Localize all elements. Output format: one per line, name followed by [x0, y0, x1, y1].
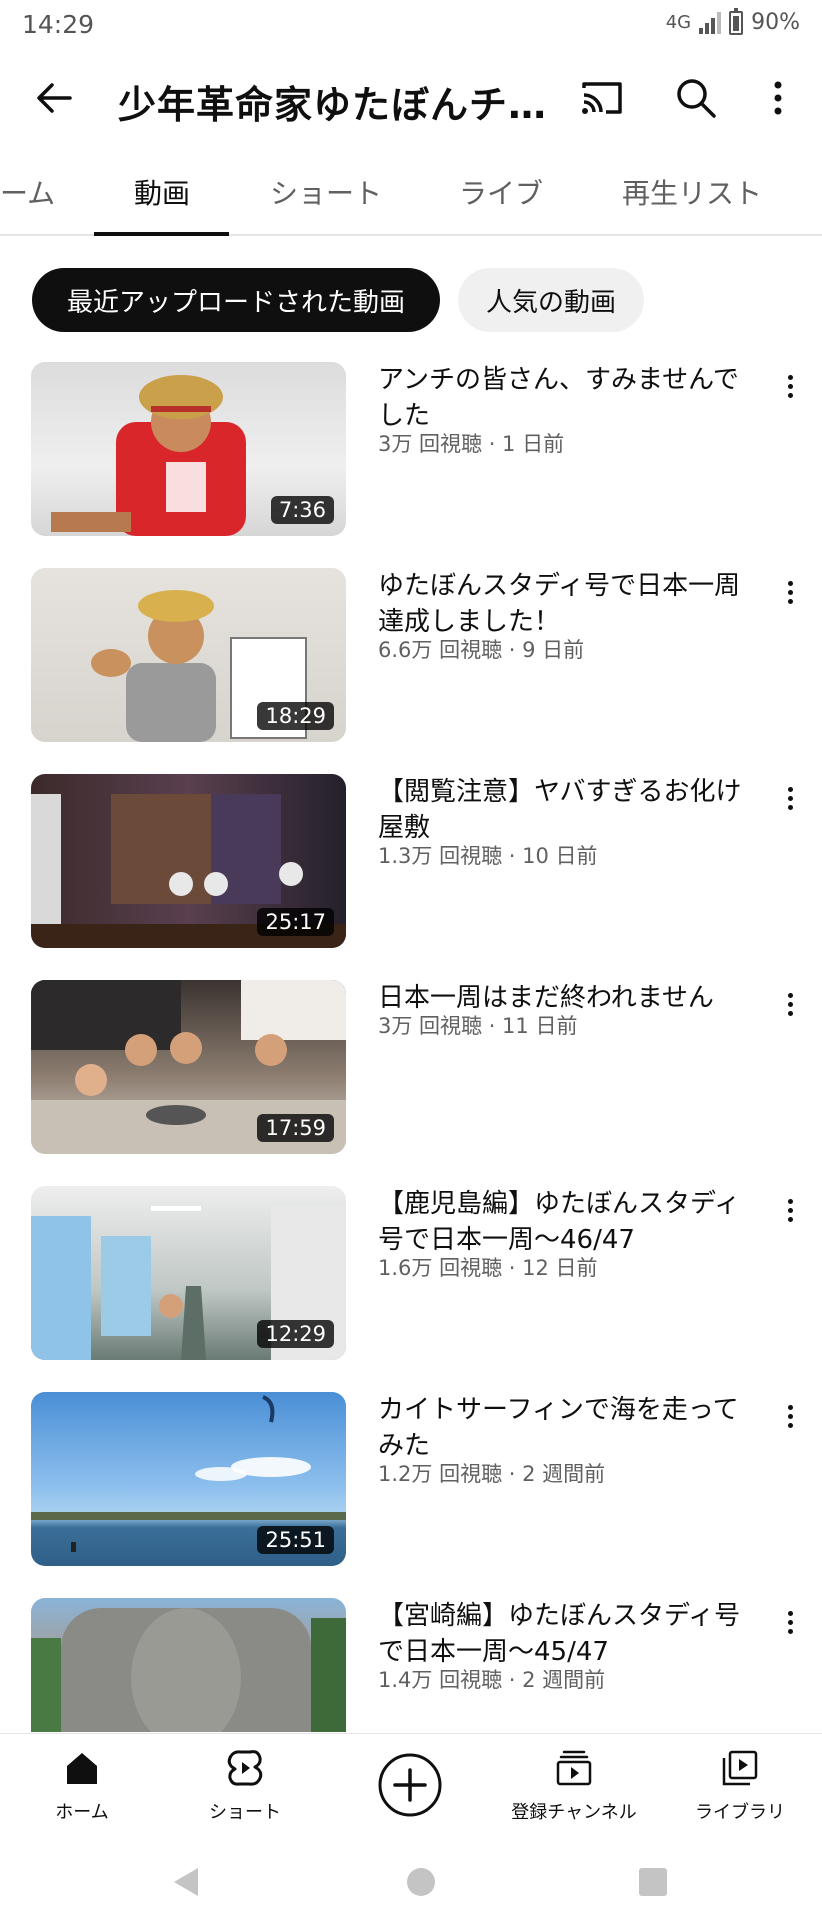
tab-shorts[interactable]: ショート [270, 172, 382, 212]
nav-home[interactable]: ホーム [2, 1748, 162, 1824]
tab-home[interactable]: ーム [0, 172, 55, 212]
battery-icon [729, 7, 744, 35]
video-thumbnail[interactable]: 12:29 [31, 1186, 346, 1360]
nav-library[interactable]: ライブラリ [660, 1748, 820, 1824]
system-home-icon[interactable] [406, 1867, 436, 1897]
video-item[interactable]: 12:29 【鹿児島編】ゆたぼんスタディ号で日本一周〜46/47 1.6万 回視… [0, 1186, 822, 1392]
channel-title: 少年革命家ゆたぼんチ… [118, 83, 548, 127]
nav-subscriptions[interactable]: 登録チャンネル [494, 1748, 654, 1824]
video-thumbnail[interactable]: 25:17 [31, 774, 346, 948]
channel-tabs: ーム 動画 ショート ライブ 再生リスト [0, 150, 822, 236]
tab-indicator [94, 232, 229, 236]
video-more-icon[interactable] [772, 986, 808, 1022]
back-arrow-icon[interactable] [30, 74, 78, 122]
create-plus-icon [378, 1753, 442, 1817]
shorts-icon [227, 1750, 263, 1786]
video-meta: 3万 回視聴 · 11 日前 [378, 1014, 578, 1038]
network-type: 4G [665, 12, 692, 33]
video-thumbnail[interactable]: 18:29 [31, 568, 346, 742]
video-thumbnail[interactable]: 17:59 [31, 980, 346, 1154]
system-back-icon[interactable] [170, 1865, 202, 1899]
nav-shorts[interactable]: ショート [165, 1748, 325, 1824]
video-duration: 25:17 [257, 908, 334, 936]
library-icon [722, 1750, 758, 1786]
video-thumbnail[interactable]: 7:36 [31, 362, 346, 536]
video-more-icon[interactable] [772, 574, 808, 610]
video-title[interactable]: 【宮崎編】ゆたぼんスタディ号で日本一周〜45/47 [378, 1598, 758, 1670]
video-duration: 17:59 [257, 1114, 334, 1142]
tab-playlists[interactable]: 再生リスト [622, 172, 762, 212]
video-item[interactable]: 25:51 カイトサーフィンで海を走ってみた 1.2万 回視聴 · 2 週間前 [0, 1392, 822, 1598]
video-duration: 12:29 [257, 1320, 334, 1348]
signal-icon [699, 11, 722, 34]
video-item[interactable]: 7:36 アンチの皆さん、すみませんでした 3万 回視聴 · 1 日前 [0, 362, 822, 568]
video-more-icon[interactable] [772, 368, 808, 404]
video-title[interactable]: 【鹿児島編】ゆたぼんスタディ号で日本一周〜46/47 [378, 1186, 758, 1258]
chip-popular[interactable]: 人気の動画 [458, 268, 644, 332]
video-list: 7:36 アンチの皆さん、すみませんでした 3万 回視聴 · 1 日前 18:2… [0, 362, 822, 1732]
video-duration: 18:29 [257, 702, 334, 730]
home-icon [67, 1753, 97, 1784]
nav-shorts-label: ショート [209, 1802, 281, 1823]
nav-create[interactable] [330, 1748, 490, 1818]
system-navigation-bar [0, 1843, 822, 1920]
thumbnail-image [31, 1608, 346, 1732]
video-title[interactable]: 【閲覧注意】ヤバすぎるお化け屋敷 [378, 774, 758, 846]
video-more-icon[interactable] [772, 1192, 808, 1228]
nav-library-label: ライブラリ [695, 1802, 785, 1823]
search-icon[interactable] [672, 74, 720, 122]
video-meta: 1.3万 回視聴 · 10 日前 [378, 844, 598, 868]
chip-recent-uploads[interactable]: 最近アップロードされた動画 [32, 268, 440, 332]
video-item[interactable]: 17:59 日本一周はまだ終われません 3万 回視聴 · 11 日前 [0, 980, 822, 1186]
video-meta: 1.6万 回視聴 · 12 日前 [378, 1256, 598, 1280]
system-recents-icon[interactable] [638, 1867, 668, 1897]
video-more-icon[interactable] [772, 780, 808, 816]
video-more-icon[interactable] [772, 1604, 808, 1640]
battery-level: 90% [751, 10, 800, 35]
video-title[interactable]: カイトサーフィンで海を走ってみた [378, 1392, 758, 1464]
video-duration: 25:51 [257, 1526, 334, 1554]
video-meta: 6.6万 回視聴 · 9 日前 [378, 638, 585, 662]
video-meta: 3万 回視聴 · 1 日前 [378, 432, 565, 456]
video-item[interactable]: 18:29 ゆたぼんスタディ号で日本一周達成しました！ 6.6万 回視聴 · 9… [0, 568, 822, 774]
video-thumbnail[interactable] [31, 1598, 346, 1732]
more-options-icon[interactable] [754, 74, 802, 122]
status-indicators: 4G 90% [665, 7, 800, 35]
video-more-icon[interactable] [772, 1398, 808, 1434]
video-thumbnail[interactable]: 25:51 [31, 1392, 346, 1566]
video-title[interactable]: アンチの皆さん、すみませんでした [378, 362, 758, 434]
status-time: 14:29 [22, 10, 95, 39]
tab-videos[interactable]: 動画 [134, 172, 190, 212]
video-duration: 7:36 [270, 496, 334, 524]
nav-home-label: ホーム [55, 1802, 109, 1823]
tab-live[interactable]: ライブ [459, 172, 543, 212]
top-app-bar: 少年革命家ゆたぼんチ… [0, 52, 822, 142]
subscriptions-icon [556, 1750, 592, 1786]
video-title[interactable]: ゆたぼんスタディ号で日本一周達成しました！ [378, 568, 758, 640]
video-item[interactable]: 【宮崎編】ゆたぼんスタディ号で日本一周〜45/47 1.4万 回視聴 · 2 週… [0, 1598, 822, 1732]
video-meta: 1.4万 回視聴 · 2 週間前 [378, 1668, 606, 1692]
nav-subscriptions-label: 登録チャンネル [511, 1802, 637, 1823]
bottom-navigation: ホーム ショート 登録チャンネル ライブラリ [0, 1733, 822, 1843]
video-meta: 1.2万 回視聴 · 2 週間前 [378, 1462, 606, 1486]
cast-icon[interactable] [578, 74, 626, 122]
video-item[interactable]: 25:17 【閲覧注意】ヤバすぎるお化け屋敷 1.3万 回視聴 · 10 日前 [0, 774, 822, 980]
status-bar: 14:29 4G 90% [0, 0, 822, 50]
